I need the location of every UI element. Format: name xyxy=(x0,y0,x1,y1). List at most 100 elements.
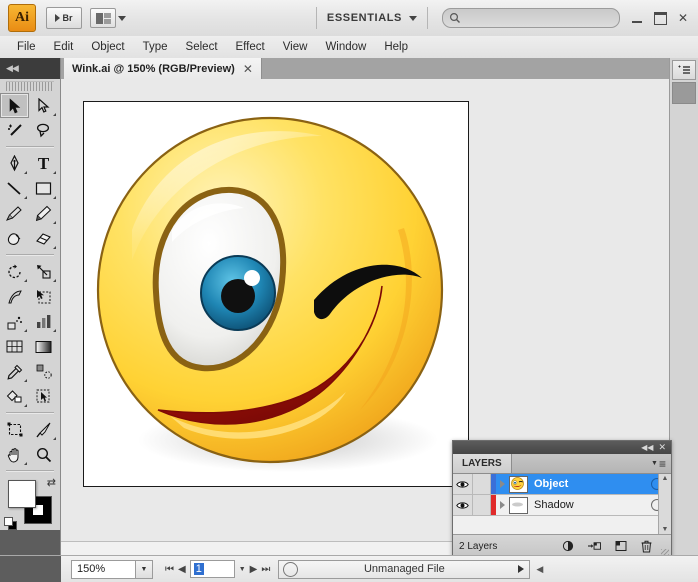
arrange-chevron-down-icon[interactable] xyxy=(118,15,126,21)
gradient-tool[interactable] xyxy=(29,334,58,359)
layers-panel-title-bar[interactable]: ◀◀ ✕ xyxy=(453,441,671,454)
artboard-tool[interactable] xyxy=(0,417,29,442)
tools-panel-drag-handle[interactable] xyxy=(6,81,54,91)
width-tool[interactable] xyxy=(0,284,29,309)
paintbrush-tool[interactable] xyxy=(0,201,29,226)
dock-collapsed-group[interactable] xyxy=(672,82,696,104)
layers-scroll-up-icon[interactable]: ▲ xyxy=(659,475,671,482)
live-paint-selection-tool[interactable] xyxy=(29,384,58,409)
layers-collapse-icon[interactable]: ◀◀ xyxy=(641,443,653,452)
layer-lock-toggle-shadow[interactable] xyxy=(473,495,491,515)
zoom-level-dropdown-button[interactable]: ▼ xyxy=(136,559,153,579)
go-to-bridge-button[interactable]: Br xyxy=(46,7,82,29)
status-menu-arrow-icon[interactable] xyxy=(518,565,525,573)
live-paint-bucket-tool[interactable] xyxy=(0,384,29,409)
document-status-field[interactable]: Unmanaged File xyxy=(278,559,531,579)
clipping-mask-icon xyxy=(562,540,574,552)
column-graph-tool[interactable] xyxy=(29,309,58,334)
layers-scroll-down-icon[interactable]: ▼ xyxy=(659,526,671,533)
scale-tool[interactable] xyxy=(29,259,58,284)
blend-tool[interactable] xyxy=(29,359,58,384)
minimize-button[interactable] xyxy=(630,11,644,25)
fill-swatch[interactable] xyxy=(8,480,36,508)
create-new-sublayer-button[interactable] xyxy=(588,540,601,553)
lasso-tool[interactable] xyxy=(29,118,58,143)
workspace-chevron-down-icon[interactable] xyxy=(409,15,417,21)
layer-lock-toggle-object[interactable] xyxy=(473,474,491,494)
fill-stroke-controls: ⇄ xyxy=(0,476,60,530)
gradient-icon xyxy=(35,340,52,353)
magic-wand-tool[interactable] xyxy=(0,118,29,143)
close-button[interactable]: ✕ xyxy=(676,11,690,25)
menu-item-object[interactable]: Object xyxy=(82,39,133,55)
eraser-tool[interactable] xyxy=(29,226,58,251)
layer-disclosure-triangle-object[interactable] xyxy=(496,480,509,488)
mesh-tool[interactable] xyxy=(0,334,29,359)
default-fill-stroke-button[interactable] xyxy=(4,517,17,530)
eyedropper-tool[interactable] xyxy=(0,359,29,384)
search-input[interactable] xyxy=(442,8,620,28)
title-bar: Ai Br ESSENTIALS ✕ xyxy=(0,0,698,37)
layer-name-object[interactable]: Object xyxy=(534,478,568,490)
swap-fill-stroke-icon[interactable]: ⇄ xyxy=(47,476,56,489)
menu-item-window[interactable]: Window xyxy=(316,39,375,55)
artboard-dropdown-icon[interactable]: ▼ xyxy=(239,566,246,573)
pen-tool[interactable] xyxy=(0,151,29,176)
layer-disclosure-triangle-shadow[interactable] xyxy=(496,501,509,509)
slice-tool[interactable] xyxy=(29,417,58,442)
zoom-tool[interactable] xyxy=(29,442,58,467)
direct-selection-arrow-icon xyxy=(38,98,50,113)
layers-panel-menu-button[interactable]: ▼ ≡ xyxy=(651,454,671,473)
symbol-sprayer-tool[interactable] xyxy=(0,309,29,334)
layer-row-object[interactable]: Object xyxy=(453,474,671,495)
hand-tool[interactable] xyxy=(0,442,29,467)
layer-name-shadow[interactable]: Shadow xyxy=(534,499,574,511)
first-artboard-button[interactable]: ⏮ xyxy=(165,564,174,575)
pencil-tool[interactable] xyxy=(29,201,58,226)
status-bar: 150% ▼ ⏮ ◀ 1 ▼ ▶ ⏭ Unmanaged File ◀ xyxy=(0,555,698,582)
direct-selection-tool[interactable] xyxy=(29,93,58,118)
status-scroll-left-icon[interactable]: ◀ xyxy=(536,564,543,575)
layer-visibility-toggle-object[interactable] xyxy=(453,474,473,494)
previous-artboard-button[interactable]: ◀ xyxy=(178,564,186,575)
make-clipping-mask-button[interactable] xyxy=(562,540,575,553)
layers-tab-label: LAYERS xyxy=(462,458,502,469)
artboard[interactable] xyxy=(83,101,469,487)
layer-visibility-toggle-shadow[interactable] xyxy=(453,495,473,515)
layers-close-icon[interactable]: ✕ xyxy=(658,442,666,453)
menu-item-view[interactable]: View xyxy=(274,39,317,55)
line-segment-tool[interactable] xyxy=(0,176,29,201)
free-transform-tool[interactable] xyxy=(29,284,58,309)
selection-tool[interactable] xyxy=(0,93,29,118)
menu-item-select[interactable]: Select xyxy=(177,39,227,55)
dock-panel-button[interactable] xyxy=(672,60,696,80)
workspace-switcher-label[interactable]: ESSENTIALS xyxy=(327,12,402,24)
delete-selection-button[interactable] xyxy=(640,540,653,553)
zoom-level-input[interactable]: 150% xyxy=(71,559,136,579)
rotate-tool[interactable] xyxy=(0,259,29,284)
document-tab-wink[interactable]: Wink.ai @ 150% (RGB/Preview) ✕ xyxy=(64,58,262,79)
artboard-number-input[interactable]: 1 xyxy=(189,560,235,578)
layers-list-scrollbar[interactable]: ▲ ▼ xyxy=(658,474,671,534)
tools-panel-collapse-button[interactable]: ◀◀ xyxy=(0,58,60,79)
rectangle-tool[interactable] xyxy=(29,176,58,201)
menu-item-effect[interactable]: Effect xyxy=(227,39,274,55)
menu-item-help[interactable]: Help xyxy=(375,39,417,55)
winking-smiley-face-artwork[interactable] xyxy=(92,110,460,478)
layer-thumbnail-shadow xyxy=(509,496,528,514)
menu-item-edit[interactable]: Edit xyxy=(45,39,83,55)
arrange-documents-button[interactable] xyxy=(90,8,116,28)
blob-brush-tool[interactable] xyxy=(0,226,29,251)
next-artboard-button[interactable]: ▶ xyxy=(250,564,258,575)
create-new-layer-button[interactable] xyxy=(614,540,627,553)
document-tab-close-icon[interactable]: ✕ xyxy=(243,62,253,76)
ai-logo-icon[interactable]: Ai xyxy=(8,4,36,32)
maximize-button[interactable] xyxy=(653,11,667,25)
type-tool[interactable]: T xyxy=(29,151,58,176)
trash-icon xyxy=(641,540,652,552)
last-artboard-button[interactable]: ⏭ xyxy=(261,564,270,575)
layer-row-shadow[interactable]: Shadow xyxy=(453,495,671,516)
menu-item-file[interactable]: File xyxy=(8,39,45,55)
menu-item-type[interactable]: Type xyxy=(134,39,177,55)
tab-layers[interactable]: LAYERS xyxy=(453,454,512,473)
